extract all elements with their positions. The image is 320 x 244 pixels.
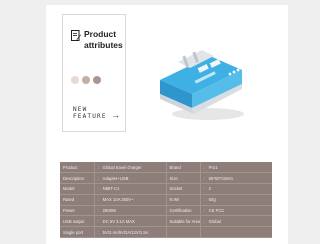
table-row: Rated: MAX 10A 250V~ N.Wt:50g — [60, 194, 272, 206]
arrow-right-icon[interactable]: → — [111, 111, 120, 120]
color-swatches — [71, 76, 101, 84]
attributes-title-line2: attributes — [84, 40, 123, 50]
spec-value: :66*50*32mm — [200, 172, 272, 185]
spec-key: Size — [165, 172, 201, 185]
new-feature-link[interactable]: NEW FEATURE — [73, 106, 107, 120]
table-row: Power:2800W Certification: CE FCC — [60, 205, 272, 217]
spec-value: : Adapter+USB — [94, 172, 166, 185]
color-swatch-1[interactable] — [71, 76, 79, 84]
spec-key: N.Wt — [165, 194, 201, 206]
feature-line1: NEW — [73, 106, 88, 113]
spec-key: Socket — [165, 183, 201, 195]
travel-adapter-image — [160, 50, 244, 120]
table-row: USB output: DC 5V 3.1A MAX Suitable for Ar… — [60, 215, 272, 228]
spec-key: Model — [60, 183, 95, 195]
spec-key: Rated — [60, 194, 95, 206]
spec-value: : DC 5V 3.1A MAX — [94, 215, 166, 228]
table-row: Single port:5V/2.4A/9V/2A/12V/1.5A — [60, 226, 272, 239]
spec-key: Brand — [165, 162, 201, 174]
attributes-title: Product attributes — [71, 29, 124, 51]
spec-value — [200, 226, 272, 239]
spec-value: :2 — [200, 183, 272, 195]
table-row: Model: N96T-C1 Socket:2 — [60, 183, 272, 195]
spec-value: : Global — [200, 215, 272, 228]
document-edit-icon — [71, 30, 81, 41]
product-attributes-card: Product attributes NEW FEATURE → — [62, 14, 126, 132]
spec-value: : N96T-C1 — [94, 183, 166, 195]
spec-value: : MAX 10A 250V~ — [94, 194, 166, 206]
attributes-title-line1: Product — [84, 29, 117, 39]
spec-table: Product: Global travel charger Brand: Pro1 D… — [60, 162, 272, 239]
table-row: Description: Adapter+USB Size:66*50*32mm — [60, 172, 272, 185]
spec-key: Description — [60, 172, 95, 185]
spec-value: : CE FCC — [200, 205, 272, 217]
spec-key: Certification — [165, 205, 201, 217]
spec-key: Single port — [60, 226, 95, 239]
table-row: Product: Global travel charger Brand: Pro1 — [60, 162, 272, 174]
spec-key: Product — [60, 162, 95, 174]
spec-value: :2800W — [94, 205, 166, 217]
feature-line2: FEATURE — [73, 113, 107, 120]
color-swatch-3[interactable] — [93, 76, 101, 84]
spec-key: Power — [60, 205, 95, 217]
spec-value: :5V/2.4A/9V/2A/12V/1.5A — [94, 226, 166, 239]
spec-key: Suitable for Area — [165, 215, 201, 228]
spec-value: : Pro1 — [200, 162, 272, 174]
spec-value: :50g — [200, 194, 272, 206]
spec-key: USB output — [60, 215, 95, 228]
color-swatch-2[interactable] — [82, 76, 90, 84]
spec-value: : Global travel charger — [94, 162, 166, 174]
spec-key — [165, 226, 201, 239]
